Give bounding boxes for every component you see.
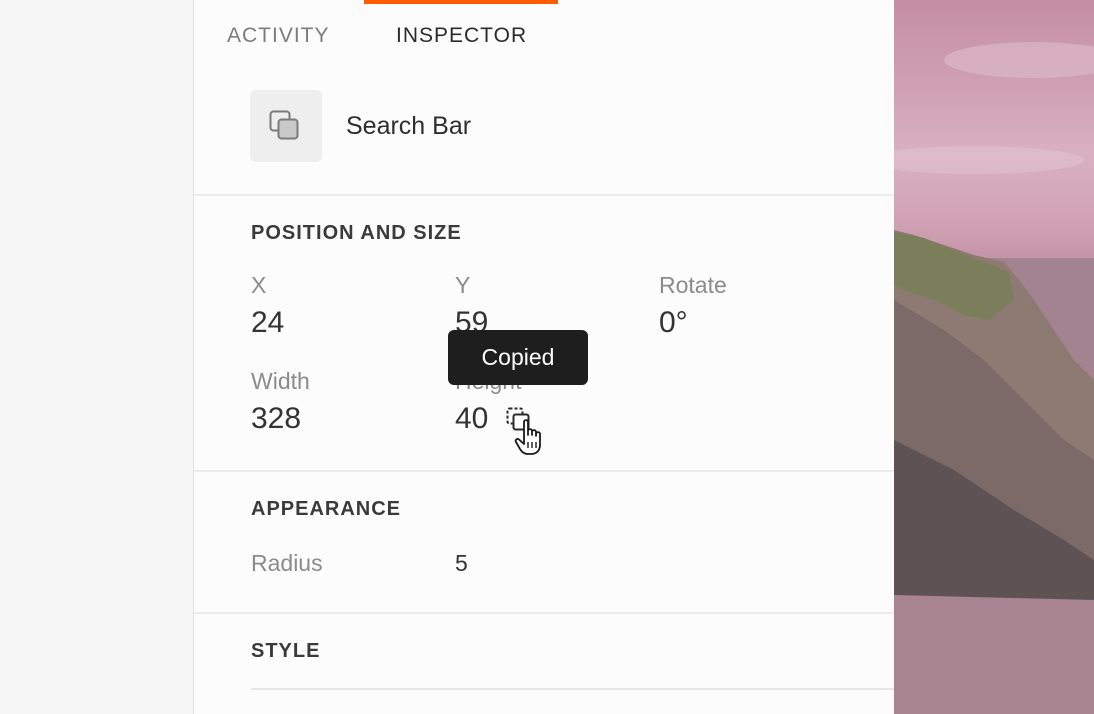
section-title-appearance: APPEARANCE (251, 498, 402, 520)
element-icon-box (250, 90, 322, 162)
width-label: Width (251, 368, 310, 394)
background-photo (894, 0, 1094, 714)
x-value[interactable]: 24 (251, 306, 284, 340)
divider (194, 470, 894, 472)
layers-icon (269, 110, 299, 140)
section-title-position-size: POSITION AND SIZE (251, 222, 462, 244)
copied-tooltip: Copied (448, 330, 588, 385)
y-label: Y (455, 272, 471, 298)
element-header: Search Bar (194, 74, 894, 194)
tab-bar: ACTIVITY INSPECTOR (194, 0, 894, 74)
left-gutter (0, 0, 194, 714)
inspector-panel: ACTIVITY INSPECTOR Search Bar POSITION A… (194, 0, 894, 714)
style-divider (251, 688, 894, 690)
hand-pointer-cursor-icon (514, 418, 550, 463)
rotate-value[interactable]: 0° (659, 306, 688, 340)
tab-inspector[interactable]: INSPECTOR (396, 24, 527, 48)
radius-label: Radius (251, 550, 323, 576)
radius-value[interactable]: 5 (455, 550, 468, 577)
active-tab-indicator (364, 0, 558, 4)
divider (194, 612, 894, 614)
tab-activity[interactable]: ACTIVITY (227, 24, 330, 48)
height-value[interactable]: 40 (455, 402, 488, 436)
width-value[interactable]: 328 (251, 402, 301, 436)
rotate-label: Rotate (659, 272, 727, 298)
divider (194, 194, 894, 196)
section-title-style: STYLE (251, 640, 321, 662)
element-name: Search Bar (346, 112, 472, 140)
x-label: X (251, 272, 267, 298)
